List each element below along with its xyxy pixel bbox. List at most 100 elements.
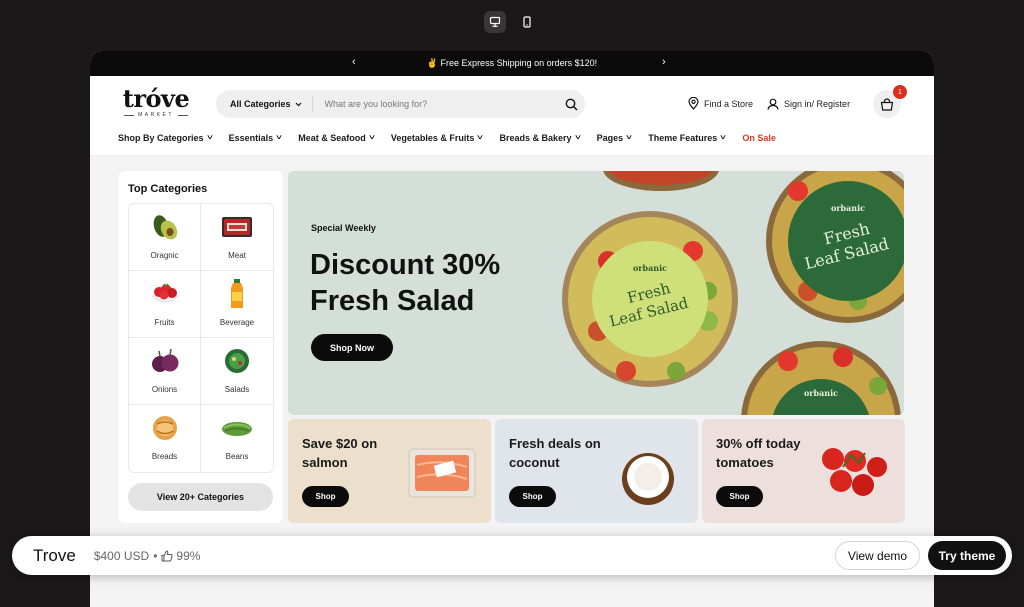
theme-name: Trove [33, 545, 76, 565]
chevron-down-icon: ˅ [477, 134, 484, 142]
promo-shop-button[interactable]: Shop [716, 486, 763, 507]
search-bar: All Categories [216, 90, 585, 118]
desktop-view-button[interactable] [484, 11, 506, 33]
shop-now-button[interactable]: Shop Now [311, 334, 393, 361]
nav-item-shop-by-categories[interactable]: Shop By Categories ˅ [118, 133, 212, 143]
announcement-prev-button[interactable]: ‹ [352, 56, 356, 68]
category-tile[interactable]: Salads [201, 338, 273, 405]
device-toggle [484, 11, 538, 33]
nav-item-on-sale[interactable]: On Sale [742, 133, 776, 143]
sign-in-link[interactable]: Sign in/ Register [767, 98, 850, 110]
try-theme-button[interactable]: Try theme [928, 541, 1006, 570]
category-tile[interactable]: Breads [129, 405, 201, 472]
nav-item-label: Breads & Bakery [499, 133, 572, 143]
nav-item-theme-features[interactable]: Theme Features ˅ [648, 133, 727, 143]
category-tile[interactable]: Beans [201, 405, 273, 472]
beans-icon [222, 422, 252, 436]
promo-card-coconut[interactable]: Fresh deals on coconut Shop [495, 419, 698, 523]
top-categories-title: Top Categories [128, 183, 208, 195]
category-label: Onions [151, 385, 178, 394]
nav-item-essentials[interactable]: Essentials ˅ [229, 133, 282, 143]
salad-bowls-image: orbanic Fresh Leaf Salad orbanic Fresh L… [562, 171, 904, 415]
promo-card-salmon[interactable]: Save $20 on salmon Shop [288, 419, 491, 523]
hero-title-line: Fresh Salad [310, 285, 475, 317]
category-tile[interactable]: Beverage [201, 271, 273, 338]
bowl-label-brand: orbanic [633, 263, 667, 273]
mobile-view-button[interactable] [516, 11, 538, 33]
category-label: Fruits [154, 318, 175, 327]
shopping-bag-icon [880, 97, 894, 111]
category-label: Salads [224, 385, 250, 394]
promo-title: 30% off today tomatoes [716, 436, 801, 470]
search-input[interactable] [312, 99, 557, 109]
chevron-down-icon: ˅ [276, 134, 283, 142]
nav-item-breads-bakery[interactable]: Breads & Bakery ˅ [499, 133, 581, 143]
hero-title: Discount 30% Fresh Salad [310, 247, 570, 319]
salad-icon [225, 349, 249, 373]
desktop-icon [489, 16, 501, 27]
bowl-label-brand: orbanic [804, 388, 838, 398]
cart-button[interactable]: 1 [873, 85, 907, 118]
view-demo-button[interactable]: View demo [835, 541, 920, 570]
bowl-label-brand: orbanic [831, 203, 865, 213]
promo-shop-button[interactable]: Shop [302, 486, 349, 507]
chevron-down-icon: ˅ [206, 134, 213, 142]
store-logo[interactable]: tróve MARKET [120, 86, 192, 119]
category-label: Oragnic [150, 251, 179, 260]
chevron-down-icon: ˅ [626, 134, 633, 142]
coconut-image [622, 453, 674, 505]
category-tile[interactable]: Meat [201, 204, 273, 271]
search-icon [565, 98, 578, 111]
juice-bottle-icon [231, 279, 243, 308]
announcement-text: ✌ Free Express Shipping on orders $120! [426, 58, 598, 68]
category-grid: Oragnic Meat Fruits Beverage Onions Sala… [128, 203, 274, 473]
user-icon [767, 98, 779, 110]
category-label: Meat [228, 251, 246, 260]
avocado-icon [153, 215, 177, 240]
nav-item-vegetables-fruits[interactable]: Vegetables & Fruits ˅ [391, 133, 483, 143]
nav-item-label: Meat & Seafood [298, 133, 366, 143]
theme-price: $400 USD [93, 548, 150, 563]
thumbs-up-icon [161, 549, 173, 561]
promo-card-tomatoes[interactable]: 30% off today tomatoes Shop [702, 419, 905, 523]
chevron-down-icon: ˅ [720, 134, 727, 142]
main-navigation: Shop By Categories ˅ Essentials ˅ Meat & S… [118, 133, 776, 143]
find-store-link[interactable]: Find a Store [688, 97, 753, 110]
search-category-label: All Categories [230, 99, 291, 109]
nav-item-pages[interactable]: Pages ˅ [597, 133, 632, 143]
category-label: Beans [225, 452, 249, 461]
theme-info-bar: Trove $400 USD • 99% View demo Try theme [12, 536, 1012, 575]
category-tile[interactable]: Fruits [129, 271, 201, 338]
header-links: Find a Store Sign in/ Register [688, 97, 850, 110]
chevron-down-icon [295, 102, 301, 106]
onions-icon [151, 348, 178, 372]
nav-item-meat-seafood[interactable]: Meat & Seafood ˅ [298, 133, 374, 143]
nav-item-label: Pages [596, 133, 624, 143]
site-header: tróve MARKET All Categories Find a Store… [90, 76, 934, 156]
bread-icon [152, 416, 177, 440]
search-category-select[interactable]: All Categories [216, 96, 313, 112]
nav-item-label: Shop By Categories [118, 133, 204, 143]
strawberries-icon [150, 283, 179, 303]
category-tile[interactable]: Oragnic [129, 204, 201, 271]
category-label: Beverage [219, 318, 255, 327]
tomatoes-image [822, 448, 887, 496]
top-categories-panel: Top Categories Oragnic Meat Fruits Bever… [119, 171, 283, 523]
nav-item-label: On Sale [742, 133, 776, 143]
category-tile[interactable]: Onions [129, 338, 201, 405]
category-label: Breads [151, 452, 178, 461]
promo-shop-button[interactable]: Shop [509, 486, 556, 507]
view-all-categories-button[interactable]: View 20+ Categories [128, 483, 273, 511]
search-button[interactable] [557, 98, 585, 111]
chevron-down-icon: ˅ [574, 134, 581, 142]
meat-icon [222, 217, 252, 237]
sign-in-label: Sign in/ Register [784, 98, 851, 109]
hero-title-line: Discount 30% [310, 249, 501, 281]
cart-count-badge: 1 [893, 85, 907, 99]
salmon-pack-image [408, 448, 476, 498]
location-pin-icon [688, 97, 699, 110]
hero-eyebrow: Special Weekly [311, 223, 376, 233]
hero-banner: Special Weekly Discount 30% Fresh Salad … [288, 171, 904, 415]
announcement-next-button[interactable]: › [662, 56, 666, 68]
separator-dot: • [153, 548, 158, 563]
